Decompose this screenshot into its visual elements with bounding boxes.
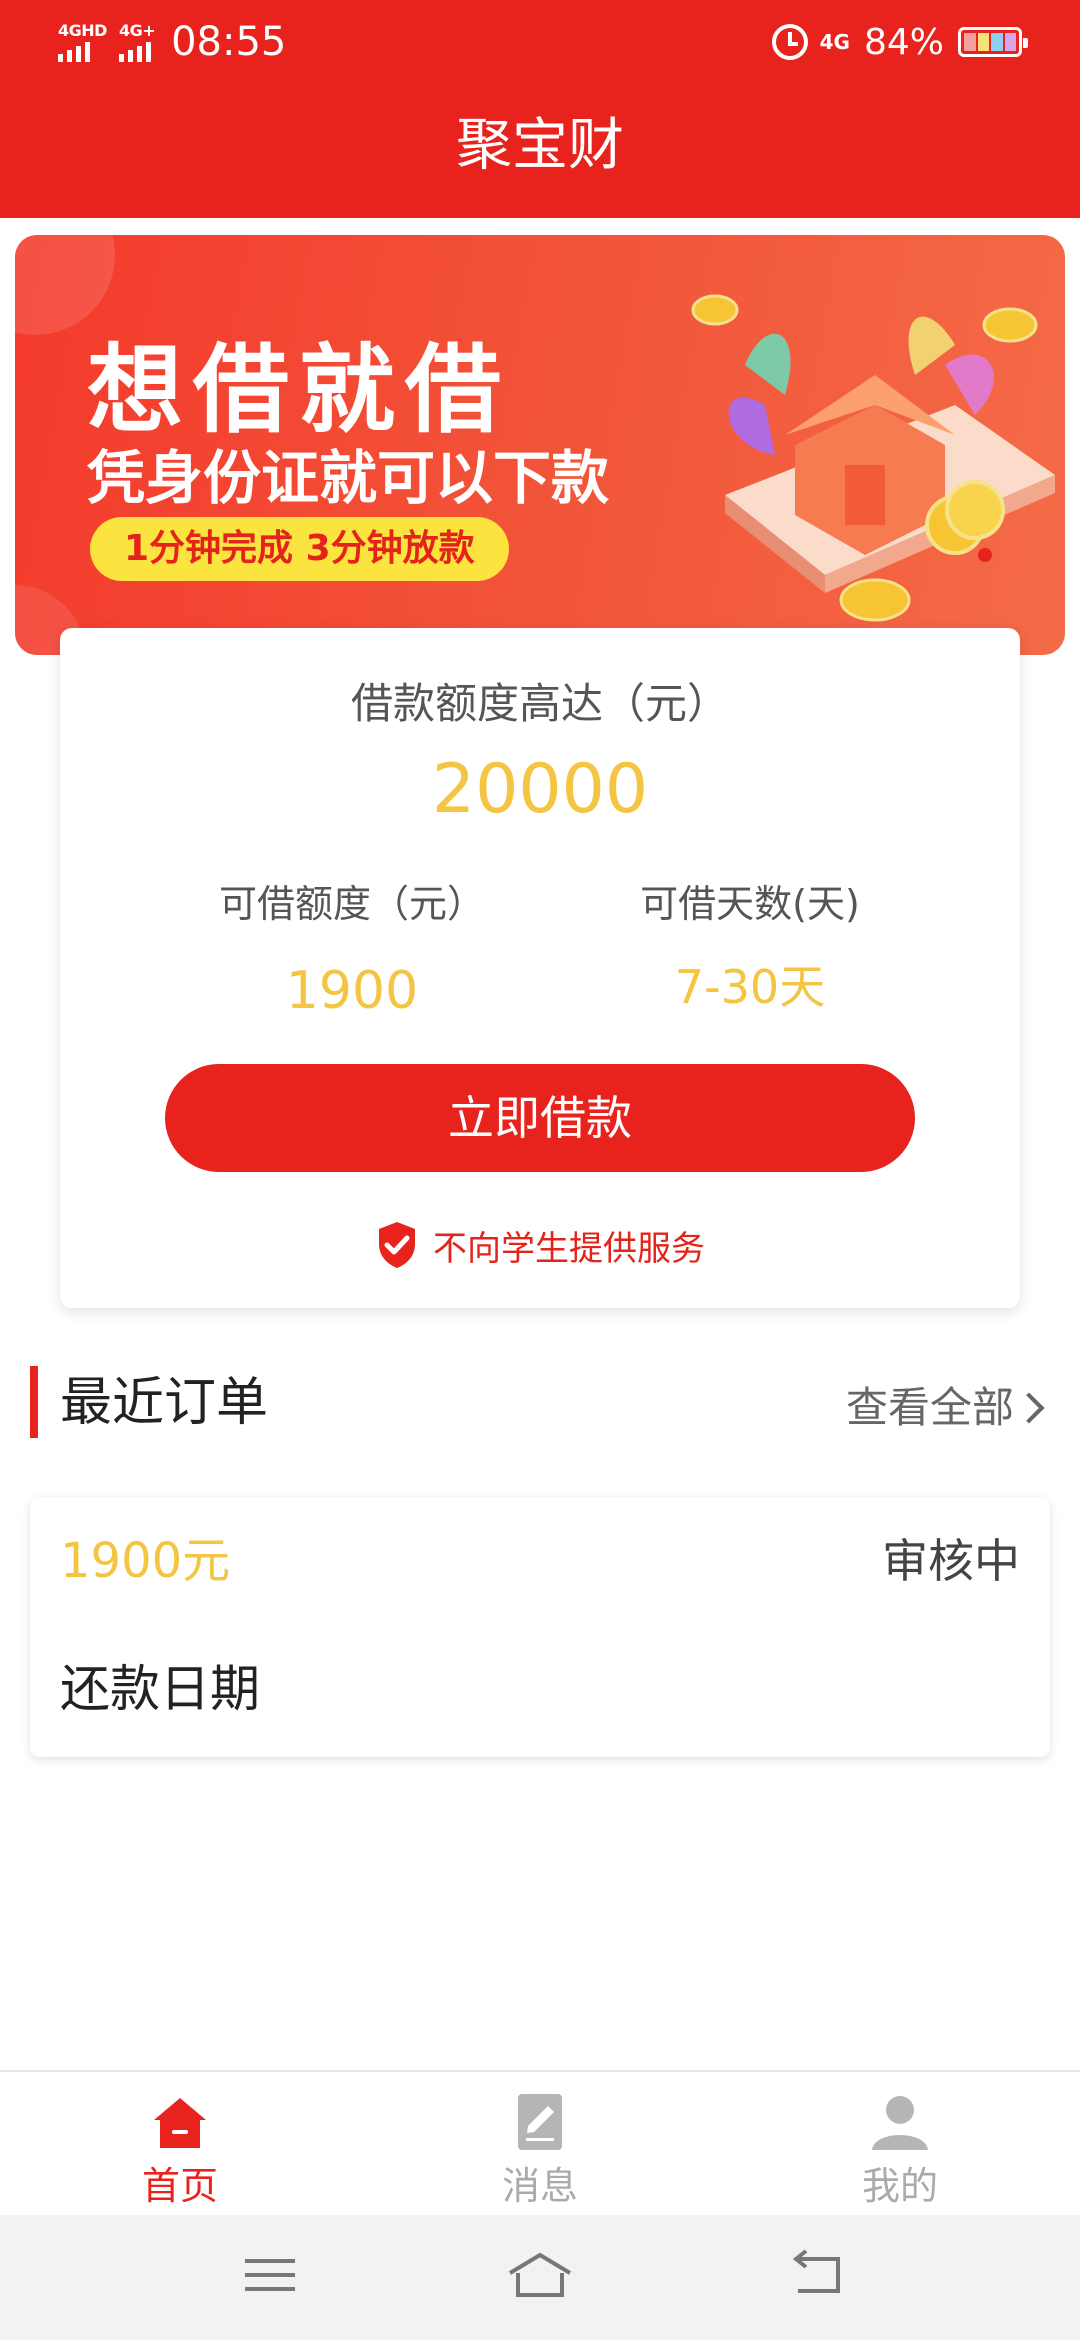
status-bar: 4GHD 4G+ 08:55 4G 84% — [0, 0, 1080, 84]
message-icon — [508, 2090, 572, 2154]
apply-loan-button[interactable]: 立即借款 — [165, 1064, 915, 1172]
student-notice: 不向学生提供服务 — [60, 1220, 1020, 1270]
signal-icon: 4G+ — [118, 21, 156, 62]
order-status: 审核中 — [882, 1534, 1020, 1588]
view-all-link[interactable]: 查看全部 — [845, 1380, 1045, 1436]
max-amount-label: 借款额度高达（元） — [350, 679, 729, 728]
recent-orders-title: 最近订单 — [60, 1373, 269, 1433]
status-left: 4GHD 4G+ 08:55 — [58, 14, 286, 70]
order-repay-date-label: 还款日期 — [60, 1660, 260, 1718]
loan-days-label: 可借天数(天) — [640, 882, 860, 926]
profile-icon — [868, 2090, 932, 2154]
clock: 08:55 — [171, 19, 287, 65]
student-notice-text: 不向学生提供服务 — [433, 1228, 705, 1269]
loan-card: 借款额度高达（元） 20000 可借额度（元） 1900 可借天数(天) 7-3… — [60, 628, 1020, 1308]
home-icon — [148, 2090, 212, 2154]
tab-messages[interactable]: 消息 — [440, 2072, 640, 2217]
chevron-right-icon — [1013, 1392, 1045, 1424]
banner-headline: 想借就借 — [87, 334, 511, 446]
banner-pill: 1分钟完成 3分钟放款 — [90, 517, 509, 581]
page-title: 聚宝财 — [456, 113, 624, 178]
tab-messages-label: 消息 — [501, 2164, 578, 2208]
shield-check-icon — [379, 1222, 415, 1268]
loan-days: 可借天数(天) 7-30天 — [550, 878, 950, 1018]
order-card[interactable]: 1900元 审核中 还款日期 — [30, 1497, 1050, 1757]
status-right: 4G 84% — [771, 14, 1028, 70]
available-amount-label: 可借额度（元） — [218, 882, 485, 926]
network-label: 4G — [819, 30, 850, 54]
back-icon[interactable] — [780, 2245, 860, 2305]
alarm-icon — [771, 24, 808, 60]
order-amount: 1900元 — [60, 1533, 231, 1589]
signal-label: 4G+ — [118, 21, 156, 40]
max-amount-value: 20000 — [431, 750, 649, 829]
banner-subline: 凭身份证就可以下款 — [87, 444, 610, 512]
signal-icon: 4GHD — [58, 22, 107, 62]
battery-percent: 84% — [863, 21, 944, 63]
promo-banner[interactable]: 想借就借 凭身份证就可以下款 1分钟完成 3分钟放款 — [15, 235, 1065, 655]
tab-home-label: 首页 — [141, 2164, 218, 2208]
menu-icon[interactable] — [230, 2245, 310, 2305]
available-amount: 可借额度（元） 1900 — [152, 878, 552, 1022]
battery-icon — [958, 27, 1028, 57]
illustration-house-coins — [691, 294, 1055, 622]
system-nav-bar — [0, 2215, 1080, 2340]
tab-profile-label: 我的 — [861, 2164, 938, 2208]
bottom-tab-bar: 首页 消息 我的 — [0, 2070, 1080, 2215]
loan-days-value: 7-30天 — [674, 960, 826, 1014]
view-all-label: 查看全部 — [845, 1383, 1014, 1432]
available-amount-value: 1900 — [285, 961, 419, 1021]
section-accent-bar — [30, 1366, 38, 1438]
home-nav-icon[interactable] — [500, 2245, 580, 2305]
app-header: 4GHD 4G+ 08:55 4G 84% 聚宝财 — [0, 0, 1080, 218]
tab-profile[interactable]: 我的 — [800, 2072, 1000, 2217]
signal-label: 4GHD — [58, 21, 107, 40]
tab-home[interactable]: 首页 — [80, 2072, 280, 2217]
